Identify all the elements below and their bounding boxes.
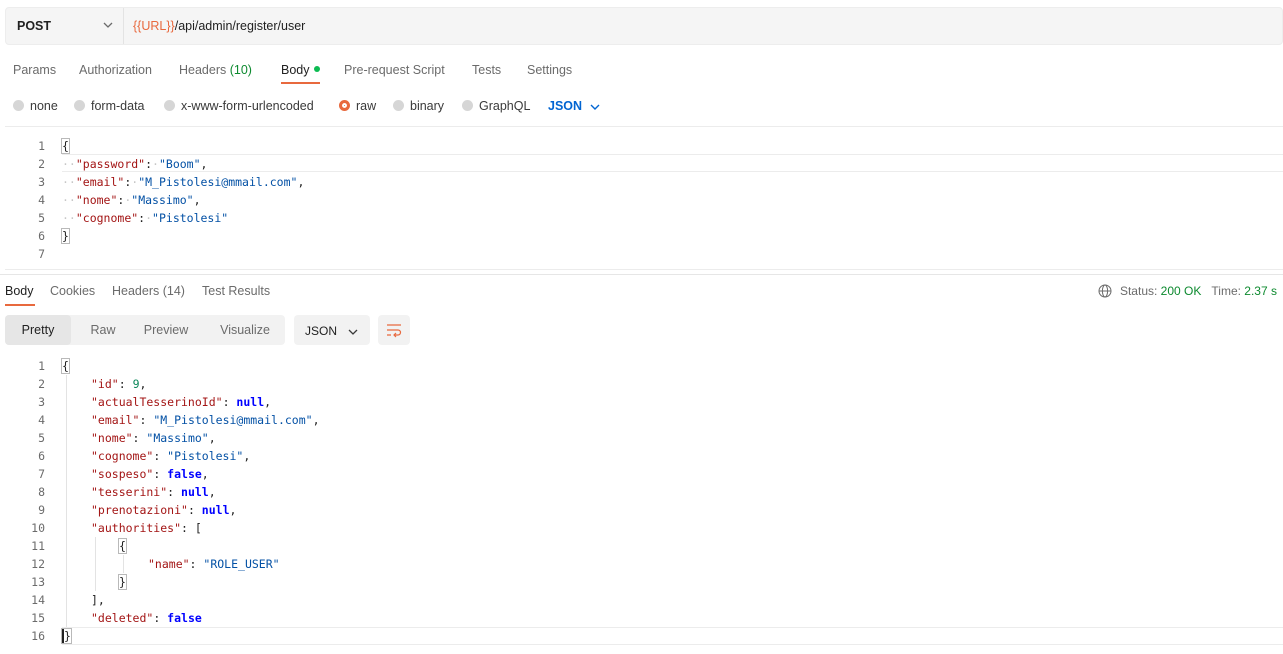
- chevron-down-icon: [103, 22, 113, 28]
- response-body-viewer[interactable]: 1{ 2 "id": 9, 3 "actualTesserinoId": null,…: [5, 352, 1283, 652]
- radio-circle: [74, 100, 85, 111]
- response-tab-headers[interactable]: Headers (14): [112, 284, 185, 298]
- wrap-lines-button[interactable]: [378, 315, 410, 345]
- view-preview[interactable]: Preview: [133, 315, 199, 345]
- body-language-select[interactable]: JSON: [548, 99, 600, 113]
- view-pretty[interactable]: Pretty: [5, 315, 71, 345]
- line-number: 3: [38, 175, 45, 189]
- request-body-editor[interactable]: 1{ 2 ··"password":·"Boom", 3 ··"email":·"M…: [5, 126, 1283, 270]
- active-tab-underline: [281, 82, 320, 84]
- tab-tests[interactable]: Tests: [472, 63, 501, 77]
- line-number: 3: [38, 395, 45, 409]
- tab-headers[interactable]: Headers (10): [179, 63, 252, 77]
- radio-form-data[interactable]: form-data: [74, 99, 145, 113]
- line-number: 2: [38, 157, 45, 171]
- response-tab-cookies[interactable]: Cookies: [50, 284, 95, 298]
- status-code[interactable]: 200 OK: [1161, 284, 1202, 298]
- line-number: 2: [38, 377, 45, 391]
- url-variable: {{URL}}: [133, 19, 175, 33]
- line-number: 12: [31, 557, 45, 571]
- radio-circle: [462, 100, 473, 111]
- radio-x-www-form-urlencoded[interactable]: x-www-form-urlencoded: [164, 99, 314, 113]
- radio-circle: [13, 100, 24, 111]
- line-number: 9: [38, 503, 45, 517]
- line-number: 7: [38, 247, 45, 261]
- response-status: Status: 200 OK Time: 2.37 s: [1098, 284, 1277, 298]
- radio-graphql[interactable]: GraphQL: [462, 99, 530, 113]
- tab-pre-request-script[interactable]: Pre-request Script: [344, 63, 445, 77]
- method-select[interactable]: POST: [6, 8, 124, 44]
- line-number: 4: [38, 193, 45, 207]
- tab-params[interactable]: Params: [13, 63, 56, 77]
- line-number: 10: [31, 521, 45, 535]
- line-number: 5: [38, 431, 45, 445]
- method-label: POST: [17, 19, 52, 33]
- radio-raw[interactable]: raw: [339, 99, 376, 113]
- radio-circle-selected: [339, 100, 350, 111]
- line-number: 4: [38, 413, 45, 427]
- radio-circle: [164, 100, 175, 111]
- radio-none[interactable]: none: [13, 99, 58, 113]
- response-format-select[interactable]: JSON: [294, 315, 370, 345]
- response-time[interactable]: 2.37 s: [1244, 284, 1277, 298]
- globe-icon[interactable]: [1098, 284, 1112, 298]
- headers-count: (10): [229, 63, 252, 77]
- wrap-lines-icon: [387, 324, 402, 338]
- line-number: 11: [31, 539, 45, 553]
- line-number: 5: [38, 211, 45, 225]
- response-tab-body[interactable]: Body: [5, 284, 34, 298]
- line-number: 6: [38, 229, 45, 243]
- url-bar: POST {{URL}}/api/admin/register/user: [5, 7, 1283, 45]
- chevron-down-icon: [348, 329, 358, 335]
- view-raw[interactable]: Raw: [75, 315, 131, 345]
- radio-binary[interactable]: binary: [393, 99, 444, 113]
- line-number: 16: [31, 629, 45, 643]
- line-number: 1: [38, 359, 45, 373]
- radio-circle: [393, 100, 404, 111]
- view-mode-selector: Pretty Raw Preview Visualize: [5, 315, 285, 345]
- active-response-tab-underline: [5, 304, 35, 306]
- line-number: 6: [38, 449, 45, 463]
- line-number: 1: [38, 139, 45, 153]
- response-divider: [0, 274, 1283, 275]
- line-number: 15: [31, 611, 45, 625]
- body-indicator-dot: [313, 66, 320, 72]
- url-path: /api/admin/register/user: [174, 19, 306, 33]
- tab-authorization[interactable]: Authorization: [79, 63, 152, 77]
- line-number: 14: [31, 593, 45, 607]
- line-number: 13: [31, 575, 45, 589]
- line-number: 8: [38, 485, 45, 499]
- response-tab-test-results[interactable]: Test Results: [202, 284, 270, 298]
- view-visualize[interactable]: Visualize: [205, 315, 285, 345]
- line-number: 7: [38, 467, 45, 481]
- chevron-down-icon: [590, 104, 600, 110]
- tab-body[interactable]: Body: [281, 63, 320, 77]
- tab-settings[interactable]: Settings: [527, 63, 572, 77]
- url-input[interactable]: {{URL}}/api/admin/register/user: [133, 19, 305, 33]
